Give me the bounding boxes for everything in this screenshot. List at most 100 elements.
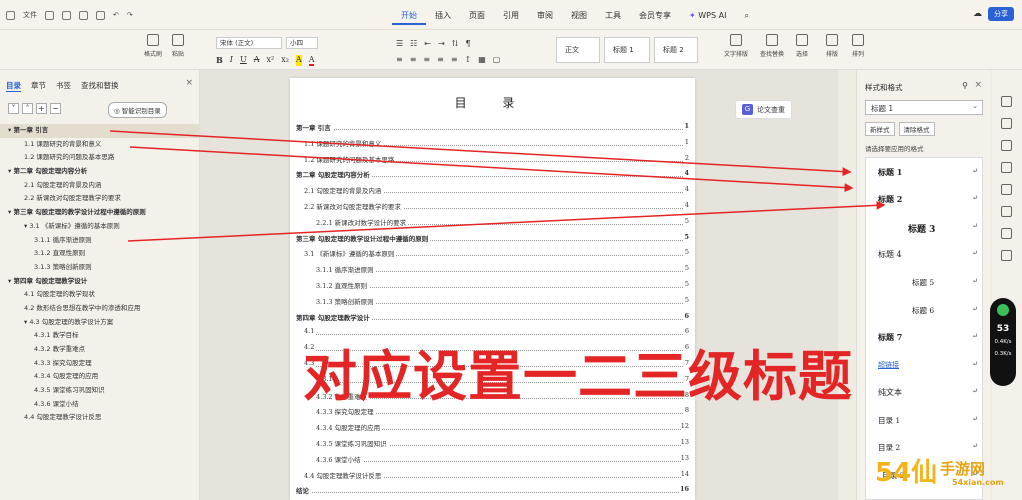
redo-icon[interactable]: ↷ — [127, 11, 133, 19]
save-icon[interactable] — [62, 10, 71, 20]
toc-tree-item[interactable]: 4.4 勾股定理教学设计反思 — [0, 411, 199, 425]
order-group[interactable]: 排列 — [852, 34, 864, 58]
toc-entry[interactable]: 3.1 《新课标》遵循的基本原则 5 — [290, 248, 695, 260]
toc-tree-item[interactable]: 4.3.3 探究勾股定理 — [0, 357, 199, 371]
decrease-indent-icon[interactable]: ⇤ — [424, 39, 431, 48]
toc-tree-item[interactable]: 3.1.1 循序渐进原则 — [0, 234, 199, 248]
close-icon[interactable]: × — [185, 78, 193, 88]
expand-button[interactable]: ˄ — [22, 103, 33, 114]
new-style-button[interactable]: 新样式 — [865, 122, 895, 136]
align-right-icon[interactable]: ≡ — [423, 55, 430, 64]
style-item[interactable]: 纯文本 ↵ — [866, 384, 982, 403]
style-item[interactable]: 标题 3 ↵ — [866, 219, 982, 238]
font-color-icon[interactable]: A — [308, 55, 315, 66]
toc-tree-item[interactable]: 2.2 新课改对勾股定理教学的要求 — [0, 192, 199, 206]
style-item[interactable]: 标题 5 ↵ — [866, 274, 982, 293]
tab-references[interactable]: 引用 — [494, 9, 528, 25]
numbered-list-icon[interactable]: ☷ — [410, 39, 417, 48]
toc-entry[interactable]: 3.1.1 循序渐进原则 5 — [290, 264, 695, 276]
open-icon[interactable] — [45, 10, 54, 20]
preview-icon[interactable] — [96, 10, 105, 20]
style-item[interactable]: 标题 6 ↵ — [866, 302, 982, 321]
paste-group[interactable]: 粘贴 — [172, 34, 184, 58]
tab-tools[interactable]: 工具 — [596, 9, 630, 25]
toc-tree-item[interactable]: 4.3.4 勾股定理的应用 — [0, 370, 199, 384]
toc-tree-item[interactable]: 4.2 数形结合思想在教学中的渗透和应用 — [0, 302, 199, 316]
toc-tree-item[interactable]: ▾ 4.3 勾股定理的教学设计方案 — [0, 316, 199, 330]
superscript-icon[interactable]: x² — [266, 55, 274, 66]
toc-entry[interactable]: 4.4 勾股定理教学设计反思 14 — [290, 469, 695, 482]
toc-entry[interactable]: 第二章 勾股定理内容分析 4 — [290, 169, 695, 181]
toc-tree-item[interactable]: ▾ 3.1 《新课标》遵循的基本原则 — [0, 220, 199, 234]
toc-entry[interactable]: 2.1 勾股定理的背景及内涵 4 — [290, 185, 695, 197]
network-speed-widget[interactable]: 53 0.4K/s 0.3K/s — [990, 298, 1016, 386]
toc-entry[interactable]: 4.3.4 勾股定理的应用 12 — [290, 422, 695, 434]
line-spacing-icon[interactable]: ↕ — [465, 55, 472, 64]
toc-tree-item[interactable]: ▾ 第四章 勾股定理教学设计 — [0, 275, 199, 289]
collapse-button[interactable]: ˅ — [8, 103, 19, 114]
style-item[interactable]: 标题 4 ↵ — [866, 246, 982, 265]
toc-entry[interactable]: 3.1.2 直观性原则 5 — [290, 280, 695, 292]
toc-tree-item[interactable]: 4.3.6 课堂小结 — [0, 398, 199, 412]
italic-icon[interactable]: I — [230, 55, 233, 66]
grid-icon[interactable] — [1001, 228, 1012, 239]
toc-entry[interactable]: 结论 16 — [290, 485, 695, 497]
style-item[interactable]: 标题 2 ↵ — [866, 191, 982, 210]
text-tools-group[interactable]: 文字排版 — [724, 34, 748, 58]
tab-review[interactable]: 审阅 — [528, 9, 562, 25]
search-icon[interactable]: ⌕ — [735, 9, 757, 25]
toc-tree-item[interactable]: ▾ 第一章 引言 — [0, 124, 199, 138]
tab-member[interactable]: 会员专享 — [630, 9, 680, 25]
essay-check-button[interactable]: G 论文查重 — [735, 100, 792, 119]
toc-tree-item[interactable]: 1.1 课题研究的背景和意义 — [0, 138, 199, 152]
style-heading-1[interactable]: 标题 1 — [604, 37, 650, 63]
show-marks-icon[interactable]: ¶ — [465, 39, 470, 48]
select-group[interactable]: 选择 — [796, 34, 808, 58]
bullet-list-icon[interactable]: ☰ — [396, 39, 403, 48]
tab-find-replace[interactable]: 查找和替换 — [81, 80, 119, 92]
file-menu[interactable]: 文件 — [23, 10, 37, 20]
strikethrough-icon[interactable]: A — [254, 55, 260, 66]
toc-entry[interactable]: 第一章 引言 1 — [290, 122, 695, 134]
tab-page[interactable]: 页面 — [460, 9, 494, 25]
toc-entry[interactable]: 第三章 勾股定理的教学设计过程中遵循的原则 5 — [290, 232, 695, 245]
align-center-icon[interactable]: ≡ — [410, 55, 417, 64]
settings-icon[interactable] — [1001, 162, 1012, 173]
cursor-icon[interactable] — [1001, 118, 1012, 129]
increase-indent-icon[interactable]: ⇥ — [438, 39, 445, 48]
toc-entry[interactable]: 1.1 课题研究的背景和意义 1 — [290, 137, 695, 150]
tab-bookmarks[interactable]: 书签 — [56, 80, 71, 92]
font-size-select[interactable]: 小四 — [286, 37, 318, 49]
style-item[interactable]: 标题 1 ↵ — [866, 164, 982, 183]
shape-icon[interactable] — [1001, 140, 1012, 151]
add-button[interactable]: + — [36, 103, 47, 114]
share-icon[interactable] — [1001, 250, 1012, 261]
toc-tree-item[interactable]: 2.1 勾股定理的背景及内涵 — [0, 179, 199, 193]
close-icon[interactable]: × — [974, 80, 982, 90]
arrange-group[interactable]: 排版 — [826, 34, 838, 58]
current-style-select[interactable]: 标题 1 ⌄ — [865, 100, 983, 115]
toc-tree-item[interactable]: ▾ 第三章 勾股定理的教学设计过程中遵循的原则 — [0, 206, 199, 220]
toc-entry[interactable]: 2.2.1 新课改对数学设计的要求 5 — [290, 216, 695, 229]
toc-tree-item[interactable]: 4.3.1 教学目标 — [0, 329, 199, 343]
tab-insert[interactable]: 插入 — [426, 9, 460, 25]
cloud-icon[interactable]: ☁ — [973, 9, 982, 19]
print-icon[interactable] — [79, 10, 88, 20]
style-item[interactable]: 目录 1 ↵ — [866, 412, 982, 431]
format-painter-group[interactable]: 格式刷 — [144, 34, 162, 58]
toc-tree-item[interactable]: 4.1 勾股定理的教学现状 — [0, 288, 199, 302]
minimize-icon[interactable] — [1001, 96, 1012, 107]
share-button[interactable]: 分享 — [988, 7, 1014, 21]
tab-wps-ai[interactable]: ✦ WPS AI — [680, 9, 735, 25]
toc-tree-item[interactable]: 3.1.3 策略创新原则 — [0, 261, 199, 275]
distributed-icon[interactable]: ≡ — [451, 55, 458, 64]
highlight-icon[interactable]: A — [295, 55, 302, 66]
undo-icon[interactable]: ↶ — [113, 11, 119, 19]
style-item[interactable]: 超链接 ↵ — [866, 357, 982, 376]
toc-entry[interactable]: 4.3.5 课堂练习巩固知识 13 — [290, 438, 695, 450]
underline-icon[interactable]: U — [240, 55, 247, 66]
toc-entry[interactable]: 第四章 勾股定理教学设计 6 — [290, 311, 695, 324]
toc-tree-item[interactable]: ▾ 第二章 勾股定理内容分析 — [0, 165, 199, 179]
toc-entry[interactable]: 4.3.6 课堂小结 13 — [290, 453, 695, 466]
toc-entry[interactable]: 1.2 课题研究的问题及基本思路 2 — [290, 153, 695, 166]
